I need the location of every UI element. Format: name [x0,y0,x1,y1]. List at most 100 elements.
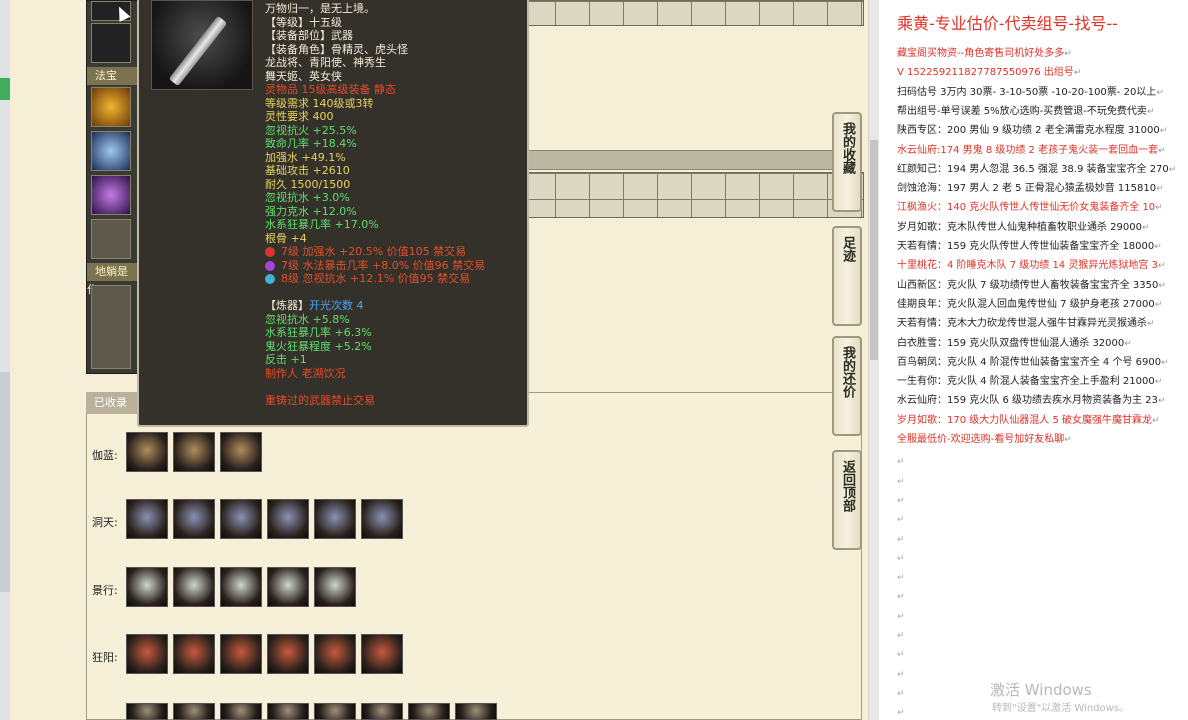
inventory-grid-top[interactable] [520,0,864,26]
fabao-slot-1[interactable] [91,87,131,127]
collection-item-icon[interactable] [267,567,309,607]
equip-slot-ornament[interactable] [91,23,131,63]
collection-item-icon[interactable] [220,432,262,472]
document-line: 岁月如歌：克木队传世人仙鬼种植畜牧职业通杀 29000↵ [897,218,1150,233]
collection-item-icon[interactable] [173,703,215,720]
row-label-dongtian: 洞天: [92,516,118,529]
collection-item-icon[interactable] [126,567,168,607]
paragraph-mark: ↵ [1168,164,1177,175]
fabao-slot-2[interactable] [91,131,131,171]
item-tooltip: 万物归一，是无上境。 【等级】十五级 【装备部位】武器 【装备角色】骨精灵、虎头怪 龙战… [137,0,529,427]
paragraph-mark: ↵ [1155,203,1163,214]
document-line: 天若有情：克木大力砍龙传世混人强牛甘霖异光灵猴通杀↵ [897,314,1155,329]
collection-item-icon[interactable] [267,634,309,674]
tooltip-line: 加强水 +49.1% [265,150,346,164]
paragraph-mark: ↵ [1157,396,1166,407]
collection-item-icon[interactable] [220,703,262,720]
collection-item-icon[interactable] [126,703,168,720]
document-line-text: V 152259211827787550976 出组号 [897,67,1074,79]
collection-item-icon[interactable] [455,703,497,720]
my-bargain-button[interactable]: 我的还价 [832,336,862,436]
empty-paragraph-mark: ↵ [897,495,905,506]
left-edge-strip [0,0,10,720]
collection-item-icon[interactable] [267,703,309,720]
document-line-text: 佳期良年：克火队混人回血鬼传世仙 7 级护身老孩 27000 [897,298,1155,310]
dipan-slot[interactable] [91,285,131,369]
document-line: 一生有你：克火队 4 阶混人装备宝宝齐全上手盈利 21000↵ [897,372,1162,387]
document-line-text: 天若有情：克木大力砍龙传世混人强牛甘霖异光灵猴通杀 [897,318,1147,330]
tooltip-line: 【装备部位】武器 [265,29,353,42]
page-scrollbar[interactable] [868,0,879,720]
tooltip-line: 水系狂暴几率 +17.0% [265,218,379,231]
my-favorites-label: 我的收藏 [840,122,855,174]
collection-item-icon[interactable] [173,432,215,472]
paragraph-mark: ↵ [1154,299,1163,310]
back-to-top-button[interactable]: 返回顶部 [832,450,862,550]
empty-paragraph-mark: ↵ [897,515,905,526]
collection-item-icon[interactable] [314,634,356,674]
footprint-button[interactable]: 足迹 [832,226,862,326]
collection-item-icon[interactable] [220,634,262,674]
collection-item-icon[interactable] [314,703,356,720]
fabao-slot-3[interactable] [91,175,131,215]
document-line-text: 十里桃花：4 阶睡克木队 7 级功绩 14 灵猴异光炼狱地宫 3 [897,260,1158,272]
collection-item-icon[interactable] [173,567,215,607]
lianqi-count: 开光次数 4 [309,299,364,312]
tooltip-line: 致命几率 +18.4% [265,137,357,150]
page-scrollbar-thumb[interactable] [870,140,878,360]
collection-item-icon[interactable] [126,634,168,674]
paragraph-mark: ↵ [1064,435,1072,445]
tooltip-line: 强力克水 +12.0% [265,204,357,218]
collection-item-icon[interactable] [220,567,262,607]
collection-item-icon[interactable] [361,703,403,720]
empty-paragraph-mark: ↵ [897,476,905,487]
document-line-text: 藏宝阁买物资--角色寄售司机好处多多 [897,48,1065,59]
collection-item-icon[interactable] [267,499,309,539]
empty-paragraph-mark: ↵ [897,457,905,468]
document-line-text: 一生有你：克火队 4 阶混人装备宝宝齐全上手盈利 21000 [897,376,1155,388]
collection-item-icon[interactable] [408,703,450,720]
tooltip-line: 等级需求 140级或3转 [265,96,374,110]
fabao-slot-4[interactable] [91,219,131,259]
collection-item-icon[interactable] [361,499,403,539]
collection-item-icon[interactable] [220,499,262,539]
empty-paragraph-mark: ↵ [897,553,905,564]
tooltip-footer: 重铸过的武器禁止交易 [265,393,375,407]
gem-text: 8级 忽视抗水 +12.1% 价值95 禁交易 [281,272,471,285]
tooltip-spacer [265,380,527,394]
document-line-text: 帮出组号-单号误差 5%放心选购-买费管退-不玩免费代卖 [897,105,1147,117]
collection-item-icon[interactable] [314,499,356,539]
collection-item-icon[interactable] [314,567,356,607]
inventory-grid-middle[interactable] [520,172,864,218]
left-edge-panel [0,372,10,592]
paragraph-mark: ↵ [1154,242,1162,252]
document-line: 天若有情：159 克火队传世人传世仙装备宝宝齐全 18000↵ [897,237,1162,252]
collection-item-icon[interactable] [126,499,168,539]
paragraph-mark: ↵ [1124,338,1132,349]
collection-item-icon[interactable] [361,634,403,674]
lianqi-line: 制作人 老溯饮况 [265,366,346,380]
document-line: 藏宝阁买物资--角色寄售司机好处多多↵ [897,44,1072,59]
document-line: 剑蚀沧海：197 男人 2 老 5 正骨混心猿孟极妙音 115810↵ [897,179,1164,194]
paragraph-mark: ↵ [1158,280,1166,291]
activate-windows-watermark: 激活 Windows [990,681,1092,699]
weapon-image [151,0,253,90]
dipan-label: 地躺是作 [87,263,137,296]
document-panel: 乘黄-专业估价-代卖组号-找号-- 藏宝阁买物资--角色寄售司机好处多多↵ V 1… [879,0,1188,720]
collection-item-icon[interactable] [173,634,215,674]
paragraph-mark: ↵ [1156,87,1164,98]
gem-icon [265,274,275,284]
tooltip-line: 基础攻击 +2610 [265,164,350,177]
my-favorites-button[interactable]: 我的收藏 [832,112,862,212]
empty-paragraph-mark: ↵ [897,708,905,719]
collection-item-icon[interactable] [173,499,215,539]
lianqi-line: 鬼火狂暴程度 +5.2% [265,339,372,353]
collection-item-icon[interactable] [126,432,168,472]
left-edge-green-tab[interactable] [0,78,10,100]
empty-paragraph-mark: ↵ [897,631,905,641]
document-line-text: 江枫渔火：140 克火队传世人传世仙无价女鬼装备齐全 10 [897,202,1156,214]
empty-paragraph-mark: ↵ [897,573,905,584]
empty-paragraph-mark: ↵ [897,650,905,661]
paragraph-mark: ↵ [1152,415,1160,426]
document-line: 陕西专区：200 男仙 9 级功绩 2 老全满雷克水程度 31000↵ [897,121,1167,136]
